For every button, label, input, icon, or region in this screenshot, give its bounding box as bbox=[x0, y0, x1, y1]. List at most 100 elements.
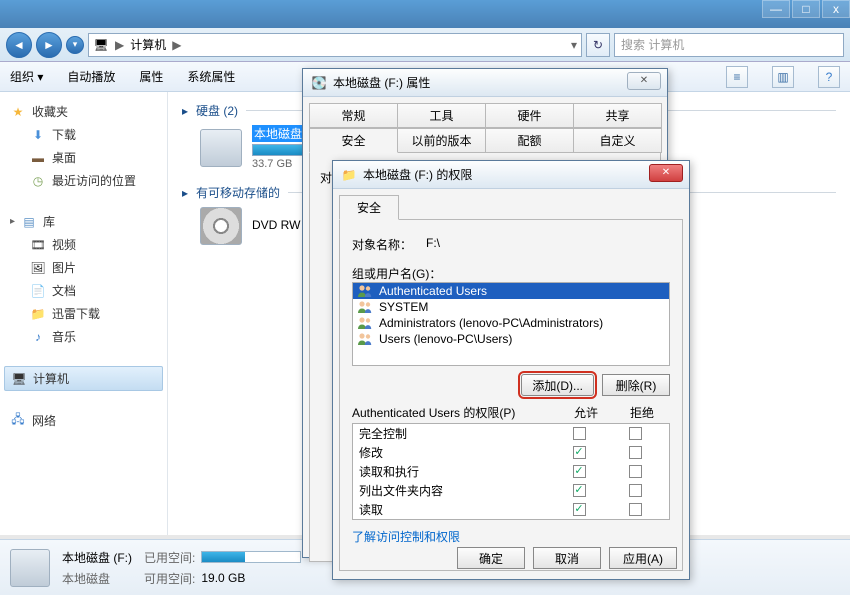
permission-name: 修改 bbox=[359, 444, 551, 461]
desktop-icon: ▬ bbox=[30, 150, 46, 166]
view-icon[interactable]: ≡ bbox=[726, 66, 748, 88]
deny-checkbox[interactable] bbox=[629, 503, 642, 516]
cancel-button[interactable]: 取消 bbox=[533, 547, 601, 569]
sidebar: ★收藏夹 ⬇下载 ▬桌面 ◷最近访问的位置 ▸▤库 🎞视频 🖼图片 📄文档 📁迅… bbox=[0, 92, 168, 535]
download-icon: ⬇ bbox=[30, 127, 46, 143]
window-titlebar: — □ x bbox=[0, 0, 850, 28]
used-gauge bbox=[201, 551, 301, 563]
allow-checkbox[interactable]: ✓ bbox=[573, 446, 586, 459]
users-icon bbox=[357, 332, 373, 346]
status-title: 本地磁盘 (F:) bbox=[62, 549, 132, 566]
allow-checkbox[interactable]: ✓ bbox=[573, 484, 586, 497]
permissions-close-button[interactable]: ✕ bbox=[649, 164, 683, 182]
close-button[interactable]: x bbox=[822, 0, 850, 18]
history-dropdown[interactable]: ▾ bbox=[66, 36, 84, 54]
properties-close-button[interactable]: ✕ bbox=[627, 72, 661, 90]
tab-previous[interactable]: 以前的版本 bbox=[397, 128, 486, 153]
allow-checkbox[interactable] bbox=[573, 427, 586, 440]
users-icon bbox=[357, 300, 373, 314]
sidebar-item-documents[interactable]: 📄文档 bbox=[4, 279, 163, 302]
address-bar[interactable]: 🖥 ▶ 计算机 ▶ ▾ bbox=[88, 33, 582, 57]
forward-button[interactable]: ► bbox=[36, 32, 62, 58]
tab-custom[interactable]: 自定义 bbox=[573, 128, 662, 153]
autoplay-button[interactable]: 自动播放 bbox=[67, 68, 115, 85]
sidebar-item-music[interactable]: ♪音乐 bbox=[4, 325, 163, 348]
permission-name: 读取 bbox=[359, 501, 551, 518]
refresh-button[interactable]: ↻ bbox=[586, 33, 610, 57]
favorites-header[interactable]: ★收藏夹 bbox=[4, 100, 163, 123]
sidebar-item-network[interactable]: 🖧网络 bbox=[4, 409, 163, 432]
ok-button[interactable]: 确定 bbox=[457, 547, 525, 569]
help-icon[interactable]: ? bbox=[818, 66, 840, 88]
tab-security-perm[interactable]: 安全 bbox=[339, 195, 399, 220]
tab-general[interactable]: 常规 bbox=[309, 103, 398, 128]
document-icon: 📄 bbox=[30, 283, 46, 299]
permissions-dialog-titlebar[interactable]: 📁 本地磁盘 (F:) 的权限 ✕ bbox=[333, 161, 689, 189]
system-properties-button[interactable]: 系统属性 bbox=[187, 68, 235, 85]
deny-checkbox[interactable] bbox=[629, 427, 642, 440]
user-list[interactable]: Authenticated UsersSYSTEMAdministrators … bbox=[352, 282, 670, 366]
user-list-item[interactable]: Authenticated Users bbox=[353, 283, 669, 299]
users-icon bbox=[357, 284, 373, 298]
permission-name: 读取和执行 bbox=[359, 463, 551, 480]
allow-checkbox[interactable]: ✓ bbox=[573, 465, 586, 478]
sidebar-item-desktop[interactable]: ▬桌面 bbox=[4, 146, 163, 169]
status-drive-icon bbox=[10, 549, 50, 587]
status-sub: 本地磁盘 bbox=[62, 570, 132, 587]
breadcrumb-computer[interactable]: 计算机 bbox=[130, 36, 166, 53]
apply-button[interactable]: 应用(A) bbox=[609, 547, 677, 569]
navbar: ◄ ► ▾ 🖥 ▶ 计算机 ▶ ▾ ↻ 搜索 计算机 bbox=[0, 28, 850, 62]
sidebar-item-xunlei[interactable]: 📁迅雷下载 bbox=[4, 302, 163, 325]
perm-object-label: 对象名称： bbox=[352, 236, 412, 253]
library-icon: ▤ bbox=[21, 214, 37, 230]
properties-dialog-titlebar[interactable]: 💽 本地磁盘 (F:) 属性 ✕ bbox=[303, 69, 667, 97]
address-dropdown[interactable]: ▾ bbox=[571, 38, 577, 52]
user-list-item[interactable]: Users (lenovo-PC\Users) bbox=[353, 331, 669, 347]
sidebar-item-recent[interactable]: ◷最近访问的位置 bbox=[4, 169, 163, 192]
drive-icon bbox=[200, 129, 242, 167]
user-list-item[interactable]: Administrators (lenovo-PC\Administrators… bbox=[353, 315, 669, 331]
folder-icon: 📁 bbox=[341, 167, 357, 183]
libraries-header[interactable]: ▸▤库 bbox=[4, 210, 163, 233]
tab-sharing[interactable]: 共享 bbox=[573, 103, 662, 128]
learn-link[interactable]: 了解访问控制和权限 bbox=[352, 528, 460, 545]
computer-icon: 🖥 bbox=[93, 37, 109, 53]
sidebar-item-downloads[interactable]: ⬇下载 bbox=[4, 123, 163, 146]
dvd-icon bbox=[200, 207, 242, 245]
organize-menu[interactable]: 组织 ▾ bbox=[10, 68, 43, 85]
deny-column-header: 拒绝 bbox=[614, 404, 670, 421]
deny-checkbox[interactable] bbox=[629, 484, 642, 497]
tab-hardware[interactable]: 硬件 bbox=[485, 103, 574, 128]
properties-button[interactable]: 属性 bbox=[139, 68, 163, 85]
permission-list: 完全控制修改✓读取和执行✓列出文件夹内容✓读取✓ bbox=[352, 423, 670, 520]
allow-checkbox[interactable]: ✓ bbox=[573, 503, 586, 516]
deny-checkbox[interactable] bbox=[629, 446, 642, 459]
computer-icon: 🖥 bbox=[11, 371, 27, 387]
sidebar-item-videos[interactable]: 🎞视频 bbox=[4, 233, 163, 256]
permission-row: 列出文件夹内容✓ bbox=[353, 481, 669, 500]
sidebar-item-computer[interactable]: 🖥计算机 bbox=[4, 366, 163, 391]
permissions-dialog: 📁 本地磁盘 (F:) 的权限 ✕ 安全 对象名称：F:\ 组或用户名(G)： … bbox=[332, 160, 690, 580]
dvd-label: DVD RW bbox=[252, 218, 300, 232]
star-icon: ★ bbox=[10, 104, 26, 120]
folder-icon: 📁 bbox=[30, 306, 46, 322]
allow-column-header: 允许 bbox=[558, 404, 614, 421]
preview-icon[interactable]: ▥ bbox=[772, 66, 794, 88]
user-list-item[interactable]: SYSTEM bbox=[353, 299, 669, 315]
tab-tools[interactable]: 工具 bbox=[397, 103, 486, 128]
tab-quota[interactable]: 配额 bbox=[485, 128, 574, 153]
permission-row: 读取和执行 ✓ bbox=[353, 462, 669, 481]
search-input[interactable]: 搜索 计算机 bbox=[614, 33, 844, 57]
sidebar-item-pictures[interactable]: 🖼图片 bbox=[4, 256, 163, 279]
chevron-icon: ▸ bbox=[10, 216, 15, 227]
back-button[interactable]: ◄ bbox=[6, 32, 32, 58]
add-button[interactable]: 添加(D)... bbox=[521, 374, 594, 396]
deny-checkbox[interactable] bbox=[629, 465, 642, 478]
remove-button[interactable]: 删除(R) bbox=[602, 374, 670, 396]
tab-security[interactable]: 安全 bbox=[309, 128, 398, 153]
perm-for-label: Authenticated Users 的权限(P) bbox=[352, 404, 558, 421]
maximize-button[interactable]: □ bbox=[792, 0, 820, 18]
breadcrumb-sep-2[interactable]: ▶ bbox=[172, 38, 181, 52]
minimize-button[interactable]: — bbox=[762, 0, 790, 18]
perm-object-value: F:\ bbox=[426, 236, 440, 253]
